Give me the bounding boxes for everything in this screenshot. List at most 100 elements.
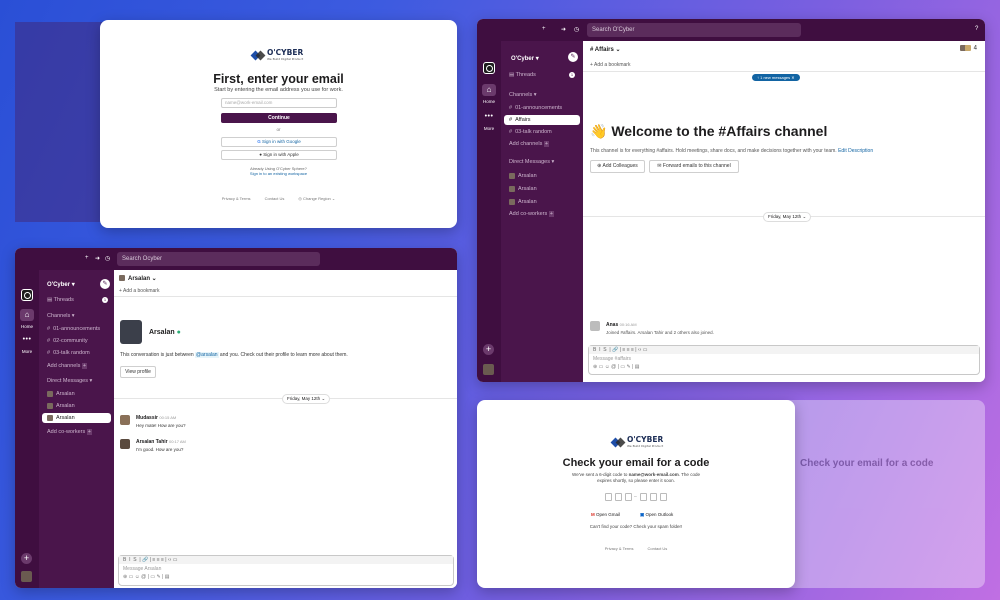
channels-header[interactable]: Channels ▾ [47, 313, 75, 319]
add-icon: + [86, 429, 92, 435]
channels-header[interactable]: Channels ▾ [509, 92, 537, 98]
profile-photo[interactable] [120, 320, 142, 344]
history-icon[interactable]: ◷ [574, 26, 579, 33]
message-author[interactable]: Anas 00:16 AM [606, 322, 637, 328]
channel-header[interactable]: # Affairs ⌄ [590, 46, 621, 53]
create-plus-icon[interactable]: + [21, 553, 32, 564]
ghost-code-card: Check your email for a code [780, 400, 985, 588]
gmail-icon: M [591, 512, 595, 517]
home-icon[interactable]: ⌂ [20, 309, 34, 321]
date-divider[interactable]: Friday, May 12th ⌄ [282, 394, 331, 404]
signin-card: O'CYBER We Build Digital Product First, e… [100, 20, 457, 228]
code-digit-input[interactable] [660, 493, 667, 501]
sidebar-item-affairs[interactable]: # Affairs [504, 115, 580, 125]
code-digit-input[interactable] [605, 493, 612, 501]
dm-header[interactable]: Direct Messages ▾ [47, 378, 92, 384]
add-channels[interactable]: Add channels + [501, 139, 583, 149]
message-avatar[interactable] [120, 439, 130, 449]
forward-arrow-icon[interactable]: ➜ [561, 26, 566, 33]
dm-item[interactable]: Arsalan [39, 389, 114, 399]
continue-button[interactable]: Continue [221, 113, 337, 123]
welcome-desc: This channel is for everything #affairs.… [590, 148, 874, 154]
sidebar-item-channel[interactable]: #03-talk random [501, 127, 583, 137]
message-text: Hey mate! How are you? [136, 423, 186, 428]
existing-workspace-link[interactable]: Sign in to an existing workspace [100, 171, 457, 176]
home-icon[interactable]: ⌂ [482, 84, 496, 96]
dm-item[interactable]: Arsalan [501, 197, 583, 207]
add-colleagues-button[interactable]: ⊕ Add Colleagues [590, 160, 645, 173]
workspace-name[interactable]: O'Cyber ▾ [47, 281, 75, 288]
member-avatars[interactable]: 4 [959, 45, 977, 52]
add-coworkers[interactable]: Add co-workers + [39, 427, 114, 437]
edit-description-link[interactable]: Edit Description [838, 148, 873, 154]
profile-name[interactable]: Arsalan ● [149, 329, 181, 336]
workspace-logo-icon[interactable] [483, 62, 495, 74]
composer-actions[interactable]: ⊕ ▭ ☺ @ | ▭ ✎ | ▤ [119, 574, 453, 580]
new-messages-pill[interactable]: ↑ 1 new messages ✕ [752, 74, 800, 81]
view-profile-button[interactable]: View profile [120, 366, 156, 378]
message-author[interactable]: Mudassir 00:15 AM [136, 415, 176, 421]
sidebar-item-channel[interactable]: #01-announcements [39, 324, 114, 334]
open-gmail-link[interactable]: M Open Gmail [591, 512, 620, 517]
privacy-link[interactable]: Privacy & Terms [605, 546, 634, 551]
message-author[interactable]: Arsalan Tahir 00:17 AM [136, 439, 186, 445]
create-plus-icon[interactable]: + [483, 344, 494, 355]
spam-hint: Can't find your code? Check your spam fo… [589, 524, 683, 529]
sidebar-item-channel[interactable]: #03-talk random [39, 348, 114, 358]
help-icon[interactable]: ? [975, 26, 978, 32]
dm-item-active[interactable]: Arsalan [42, 413, 111, 423]
search-input[interactable]: Search O'Cyber [587, 23, 801, 37]
message-input[interactable]: Message #affairs [589, 354, 979, 364]
google-signin-button[interactable]: G Sign in with Google [221, 137, 337, 147]
change-region-link[interactable]: ◎ Change Region ⌄ [298, 196, 335, 201]
formatting-toolbar[interactable]: B I S | 🔗 | ≡ ≡ ≡ | ‹› ▭ [589, 346, 979, 354]
code-digit-input[interactable] [625, 493, 632, 501]
plus-icon[interactable]: + [85, 255, 89, 261]
search-input[interactable]: Search Ocyber [117, 252, 320, 266]
dm-header[interactable]: Direct Messages ▾ [509, 159, 554, 165]
dm-item[interactable]: Arsalan [39, 401, 114, 411]
privacy-link[interactable]: Privacy & Terms [222, 196, 251, 201]
wave-icon: 👋 [590, 123, 608, 139]
message-avatar[interactable] [590, 321, 600, 331]
message-avatar[interactable] [120, 415, 130, 425]
or-divider: or [276, 127, 281, 132]
more-icon[interactable]: ••• [477, 113, 501, 120]
add-coworkers[interactable]: Add co-workers + [501, 209, 583, 219]
user-avatar[interactable] [483, 364, 494, 375]
contact-link[interactable]: Contact Us [648, 546, 668, 551]
dm-item[interactable]: Arsalan [501, 184, 583, 194]
compose-icon[interactable]: ✎ [568, 52, 578, 62]
contact-link[interactable]: Contact Us [265, 196, 285, 201]
message-input[interactable]: Message Arsalan [119, 564, 453, 574]
history-icon[interactable]: ◷ [105, 255, 110, 262]
email-field[interactable]: name@work-email.com [221, 98, 337, 108]
bookmark-bar[interactable]: + Add a bookmark [590, 62, 630, 68]
plus-icon[interactable]: + [542, 26, 546, 32]
bookmark-bar[interactable]: + Add a bookmark [119, 288, 159, 294]
forward-emails-button[interactable]: ✉ Forward emails to this channel [649, 160, 739, 173]
code-digit-input[interactable] [640, 493, 647, 501]
dm-header-name[interactable]: Arsalan ⌄ [119, 275, 157, 282]
mention-tag[interactable]: @arsalan [195, 352, 219, 358]
compose-icon[interactable]: ✎ [100, 279, 110, 289]
add-channels[interactable]: Add channels + [39, 361, 114, 371]
apple-signin-button[interactable]: ● Sign in with Apple [221, 150, 337, 160]
dm-item[interactable]: Arsalan [501, 171, 583, 181]
formatting-toolbar[interactable]: B I S | 🔗 | ≡ ≡ ≡ | ‹› ▭ [119, 556, 453, 564]
message-composer[interactable]: B I S | 🔗 | ≡ ≡ ≡ | ‹› ▭ Message #affair… [588, 345, 980, 375]
user-avatar[interactable] [21, 571, 32, 582]
google-icon: G [257, 139, 261, 144]
workspace-logo-icon[interactable] [21, 289, 33, 301]
workspace-name[interactable]: O'Cyber ▾ [511, 55, 539, 62]
open-outlook-link[interactable]: ▣ Open Outlook [640, 512, 673, 518]
code-digit-input[interactable] [650, 493, 657, 501]
composer-actions[interactable]: ⊕ ▭ ☺ @ | ▭ ✎ | ▤ [589, 364, 979, 370]
date-divider[interactable]: Friday, May 12th ⌄ [763, 212, 812, 222]
more-icon[interactable]: ••• [15, 336, 39, 343]
message-composer[interactable]: B I S | 🔗 | ≡ ≡ ≡ | ‹› ▭ Message Arsalan… [118, 555, 454, 586]
sidebar-item-channel[interactable]: #02-community [39, 336, 114, 346]
forward-arrow-icon[interactable]: ➜ [95, 255, 100, 262]
code-digit-input[interactable] [615, 493, 622, 501]
sidebar-item-channel[interactable]: #01-announcements [501, 103, 583, 113]
